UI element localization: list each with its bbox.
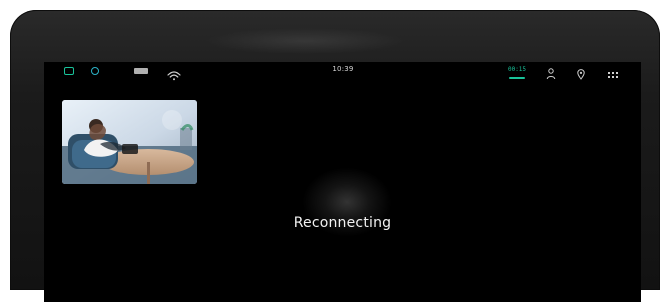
connection-status-text: Reconnecting bbox=[293, 215, 392, 231]
call-timer-underline bbox=[509, 77, 525, 79]
device-frame: 10:39 00:15 Reconnecting bbox=[10, 10, 660, 302]
call-screen: 10:39 00:15 Reconnecting bbox=[44, 62, 641, 302]
clock: 10:39 bbox=[332, 65, 354, 73]
wifi-icon bbox=[167, 66, 181, 81]
front-camera bbox=[205, 28, 405, 54]
video-thumbnail[interactable] bbox=[62, 100, 197, 184]
video-thumbnail-image bbox=[62, 100, 197, 184]
user-icon[interactable] bbox=[546, 65, 556, 80]
screen-share-icon[interactable] bbox=[134, 68, 148, 74]
pin-icon[interactable] bbox=[576, 65, 586, 80]
grid-icon[interactable] bbox=[607, 66, 619, 78]
status-bar: 10:39 00:15 bbox=[44, 62, 641, 81]
call-timer: 00:15 bbox=[507, 66, 527, 73]
globe-icon[interactable] bbox=[91, 67, 99, 75]
chat-icon[interactable] bbox=[64, 67, 74, 75]
